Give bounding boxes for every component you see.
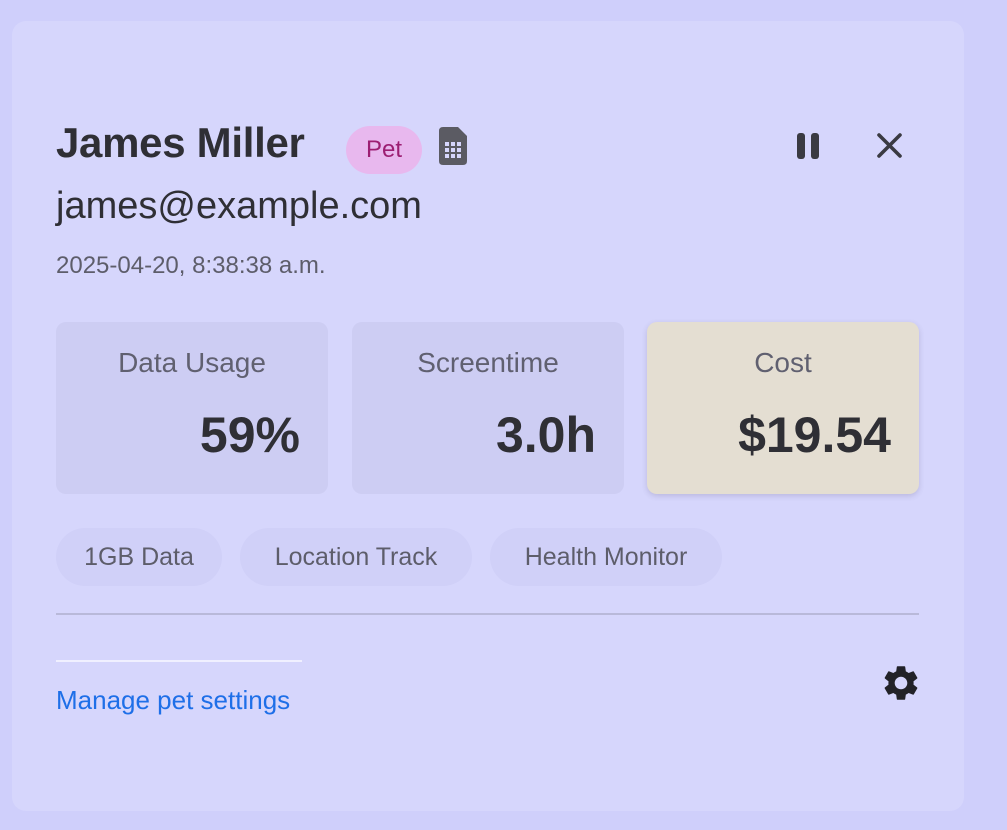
link-underline-bar xyxy=(56,660,302,662)
gear-icon xyxy=(884,666,918,700)
stat-screentime: Screentime 3.0h xyxy=(352,322,624,494)
pause-icon xyxy=(797,133,819,159)
feature-chip-health: Health Monitor xyxy=(490,528,722,586)
sim-card-icon xyxy=(439,127,467,165)
stat-label: Data Usage xyxy=(118,347,266,378)
stat-cost: Cost $19.54 xyxy=(647,322,919,494)
stat-label: Screentime xyxy=(417,347,559,378)
stat-value: 59% xyxy=(199,407,300,463)
manage-pet-settings-link[interactable]: Manage pet settings xyxy=(56,685,290,716)
close-button[interactable] xyxy=(869,125,911,167)
pause-button[interactable] xyxy=(788,125,830,167)
profile-name: James Miller xyxy=(56,119,305,166)
type-badge: Pet xyxy=(346,126,422,174)
profile-timestamp: 2025-04-20, 8:38:38 a.m. xyxy=(56,252,326,279)
stat-value: 3.0h xyxy=(495,407,596,463)
stat-value: $19.54 xyxy=(738,407,891,463)
feature-chip-data: 1GB Data xyxy=(56,528,222,586)
profile-email: james@example.com xyxy=(56,185,422,227)
stat-label: Cost xyxy=(754,347,812,378)
close-icon xyxy=(877,133,902,158)
stat-data-usage: Data Usage 59% xyxy=(56,322,328,494)
feature-chip-location: Location Track xyxy=(240,528,472,586)
divider xyxy=(56,613,919,615)
settings-button[interactable] xyxy=(880,662,922,704)
profile-card: James Miller Pet james@example.com 2025-… xyxy=(12,21,964,811)
